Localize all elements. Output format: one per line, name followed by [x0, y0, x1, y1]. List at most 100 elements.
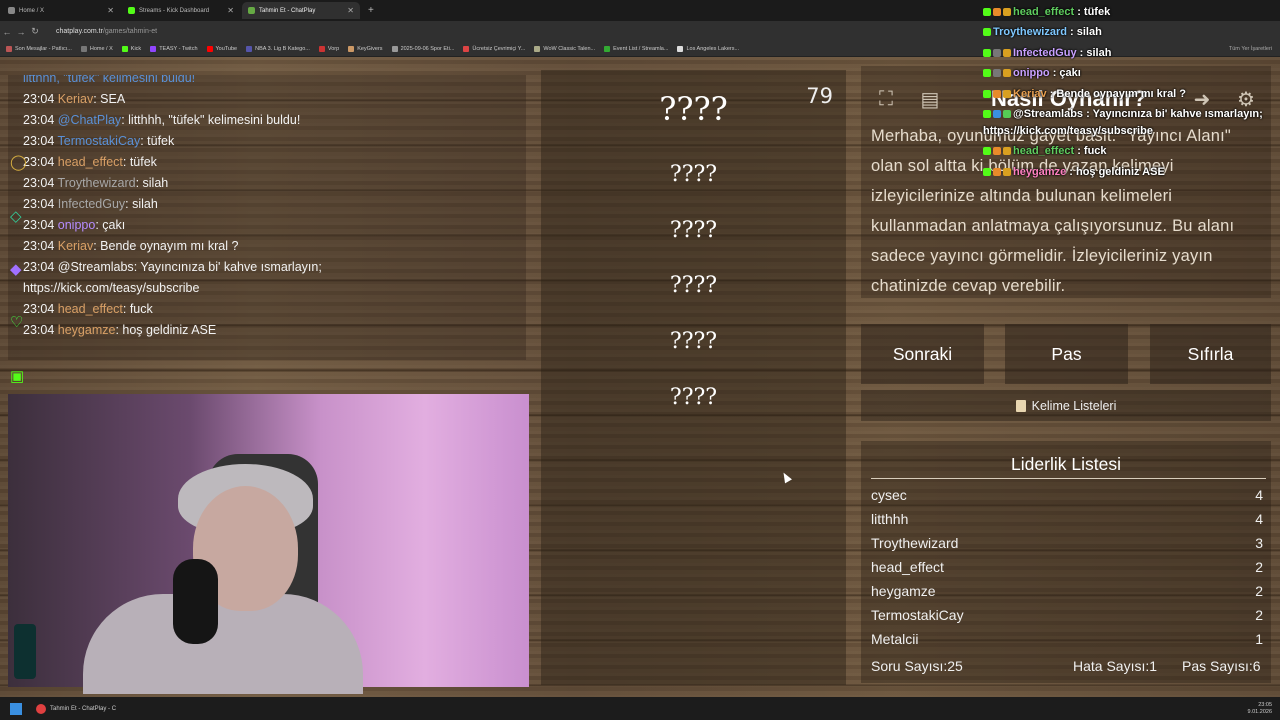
tab-label: Streams - Kick Dashboard — [139, 7, 210, 14]
bookmark[interactable]: Event List / Streamla... — [604, 46, 668, 52]
close-icon[interactable]: ✕ — [347, 6, 354, 15]
tab-tahmin-et[interactable]: Tahmin Et - ChatPlay ✕ — [242, 2, 360, 19]
player-name: litthhh — [871, 511, 909, 527]
back-icon[interactable]: ← — [0, 27, 14, 37]
verified-badge-icon — [1003, 110, 1011, 118]
chat-user: litthhh, "tüfek" kelimesini buldu! — [23, 75, 196, 85]
bookmark-icon — [206, 46, 213, 52]
gift-badge-icon — [1003, 168, 1011, 176]
chat-message: 23:04 Keriav: Bende oynayım mı kral ? — [23, 237, 238, 255]
webcam-feed — [8, 394, 529, 694]
bookmark[interactable]: Ücretsiz Çevrimiçi Y... — [463, 46, 525, 52]
player-score: 1 — [1255, 631, 1263, 647]
chat-user: head_effect — [57, 302, 123, 316]
error-count: Hata Sayısı:1 — [1073, 658, 1158, 674]
chat-message: 23:04 onippo: çakı — [23, 216, 125, 234]
bookmark[interactable]: Vorp — [318, 46, 339, 52]
overlay-text: : silah — [1076, 47, 1112, 59]
windows-start-icon[interactable] — [10, 702, 22, 715]
close-icon[interactable]: ✕ — [227, 6, 234, 15]
overlay-user: InfectedGuy — [1013, 47, 1077, 59]
player-name: head_effect — [871, 559, 944, 575]
pass-count: Pas Sayısı:6 — [1182, 658, 1261, 674]
chat-message: 23:04 @ChatPlay: litthhh, "tüfek" kelime… — [23, 111, 300, 129]
kick-badge-icon — [983, 28, 991, 36]
kick-icon — [128, 7, 135, 14]
diamond-icon: ◇ — [10, 208, 22, 225]
chat-time: 23:04 — [23, 197, 55, 211]
tab-label: Tahmin Et - ChatPlay — [259, 7, 316, 14]
new-tab-button[interactable]: + — [368, 5, 374, 16]
bookmark-label: Son Mesajlar - Patlıcı... — [15, 46, 72, 52]
bookmark[interactable]: TEASY - Twitch — [150, 46, 198, 52]
bookmark[interactable]: KeyGivers — [348, 46, 383, 52]
leaderboard-row: Troythewizard 3 — [871, 535, 1263, 551]
overlay-message: head_effect : tüfek — [983, 6, 1110, 18]
bookmark[interactable]: Son Mesajlar - Patlıcı... — [6, 46, 72, 52]
close-icon[interactable]: ✕ — [107, 6, 114, 15]
chat-text: : çakı — [95, 218, 126, 232]
clock-date: 9.01.2026 — [1247, 708, 1272, 715]
hidden-words-panel: ???? ???? ???? ???? ???? ???? 79 — [541, 70, 846, 685]
bookmark-label: TEASY - Twitch — [159, 46, 198, 52]
bookmark[interactable]: NBA 3. Lig B Katego... — [246, 46, 310, 52]
bookmark[interactable]: Kick — [121, 46, 141, 52]
next-button[interactable]: Sonraki — [861, 324, 984, 384]
bookmark[interactable]: YouTube — [206, 46, 237, 52]
overlay-text: : hoş geldiniz ASE — [1066, 166, 1165, 178]
chat-message: 23:04 head_effect: fuck — [23, 300, 153, 318]
chat-text: https://kick.com/teasy/subscribe — [23, 281, 200, 295]
gift-badge-icon — [1003, 69, 1011, 77]
bookmark[interactable]: Home / X — [80, 46, 113, 52]
leaderboard-row: heygamze 2 — [871, 583, 1263, 599]
url-field[interactable]: chatplay.com.tr/games/tahmin-et — [56, 28, 157, 35]
chat-text: : SEA — [93, 92, 126, 106]
bookmark-icon — [604, 46, 611, 52]
tab-kick-dashboard[interactable]: Streams - Kick Dashboard ✕ — [122, 2, 240, 19]
bookmark[interactable]: Los Angeles Lakers... — [677, 46, 739, 52]
overlay-text: : çakı — [1049, 67, 1081, 79]
overlay-message: Troythewizard : silah — [983, 26, 1102, 38]
forbidden-word: ???? — [669, 385, 718, 410]
system-clock[interactable]: 23:05 9.01.2026 — [1248, 702, 1272, 716]
bookmark-icon — [80, 46, 87, 52]
notepad-icon — [1015, 399, 1026, 412]
bookmark[interactable]: WoW Classic Talen... — [534, 46, 595, 52]
kick-badge-icon — [983, 90, 991, 98]
gift-badge-icon — [1003, 90, 1011, 98]
pass-button[interactable]: Pas — [1005, 324, 1128, 384]
forward-icon[interactable]: → — [14, 27, 28, 37]
taskbar-app-chrome[interactable]: Tahmin Et - ChatPlay - C — [36, 703, 116, 714]
microphone — [173, 559, 218, 644]
document-icon[interactable]: ▤ — [915, 84, 945, 114]
overlay-user: head_effect — [1013, 6, 1075, 18]
circle-icon: ◯ — [10, 154, 27, 171]
tab-home-x[interactable]: Home / X ✕ — [2, 2, 120, 19]
reload-icon[interactable]: ↻ — [28, 26, 42, 37]
leaderboard-row: litthhh 4 — [871, 511, 1263, 527]
overlay-user: Troythewizard — [993, 26, 1067, 38]
chat-text: : fuck — [122, 302, 153, 316]
leaderboard-row: cysec 4 — [871, 487, 1263, 503]
chat-user: @Streamlabs — [57, 260, 134, 274]
clock-time: 23:05 — [1258, 701, 1272, 708]
gem-icon: ◆ — [10, 261, 22, 278]
player-score: 3 — [1255, 535, 1263, 551]
word-lists-button[interactable]: Kelime Listeleri — [861, 390, 1271, 421]
question-count: Soru Sayısı:25 — [871, 658, 963, 674]
fullscreen-icon[interactable]: ⛶ — [871, 84, 901, 114]
chat-text: : Yayıncınıza bi' kahve ısmarlayın; — [133, 260, 322, 274]
chat-message: 23:04 @Streamlabs: Yayıncınıza bi' kahve… — [23, 258, 322, 276]
chat-message: 23:04 Troythewizard: silah — [23, 174, 168, 192]
chat-time: 23:04 — [23, 92, 55, 106]
chat-time: 23:04 — [23, 155, 55, 169]
overlay-text: : tüfek — [1074, 6, 1111, 18]
chat-user: @ChatPlay — [57, 113, 122, 127]
bookmark[interactable]: 2025-09-06 Spor Eti... — [391, 46, 454, 52]
reset-button[interactable]: Sıfırla — [1150, 324, 1271, 384]
overlay-user: @Streamlabs — [1013, 108, 1084, 120]
chat-time: 23:04 — [23, 260, 55, 274]
stream-chat-panel: litthhh, "tüfek" kelimesini buldu! 23:04… — [8, 75, 526, 360]
x-icon — [8, 7, 15, 14]
gift-badge-icon — [1003, 8, 1011, 16]
